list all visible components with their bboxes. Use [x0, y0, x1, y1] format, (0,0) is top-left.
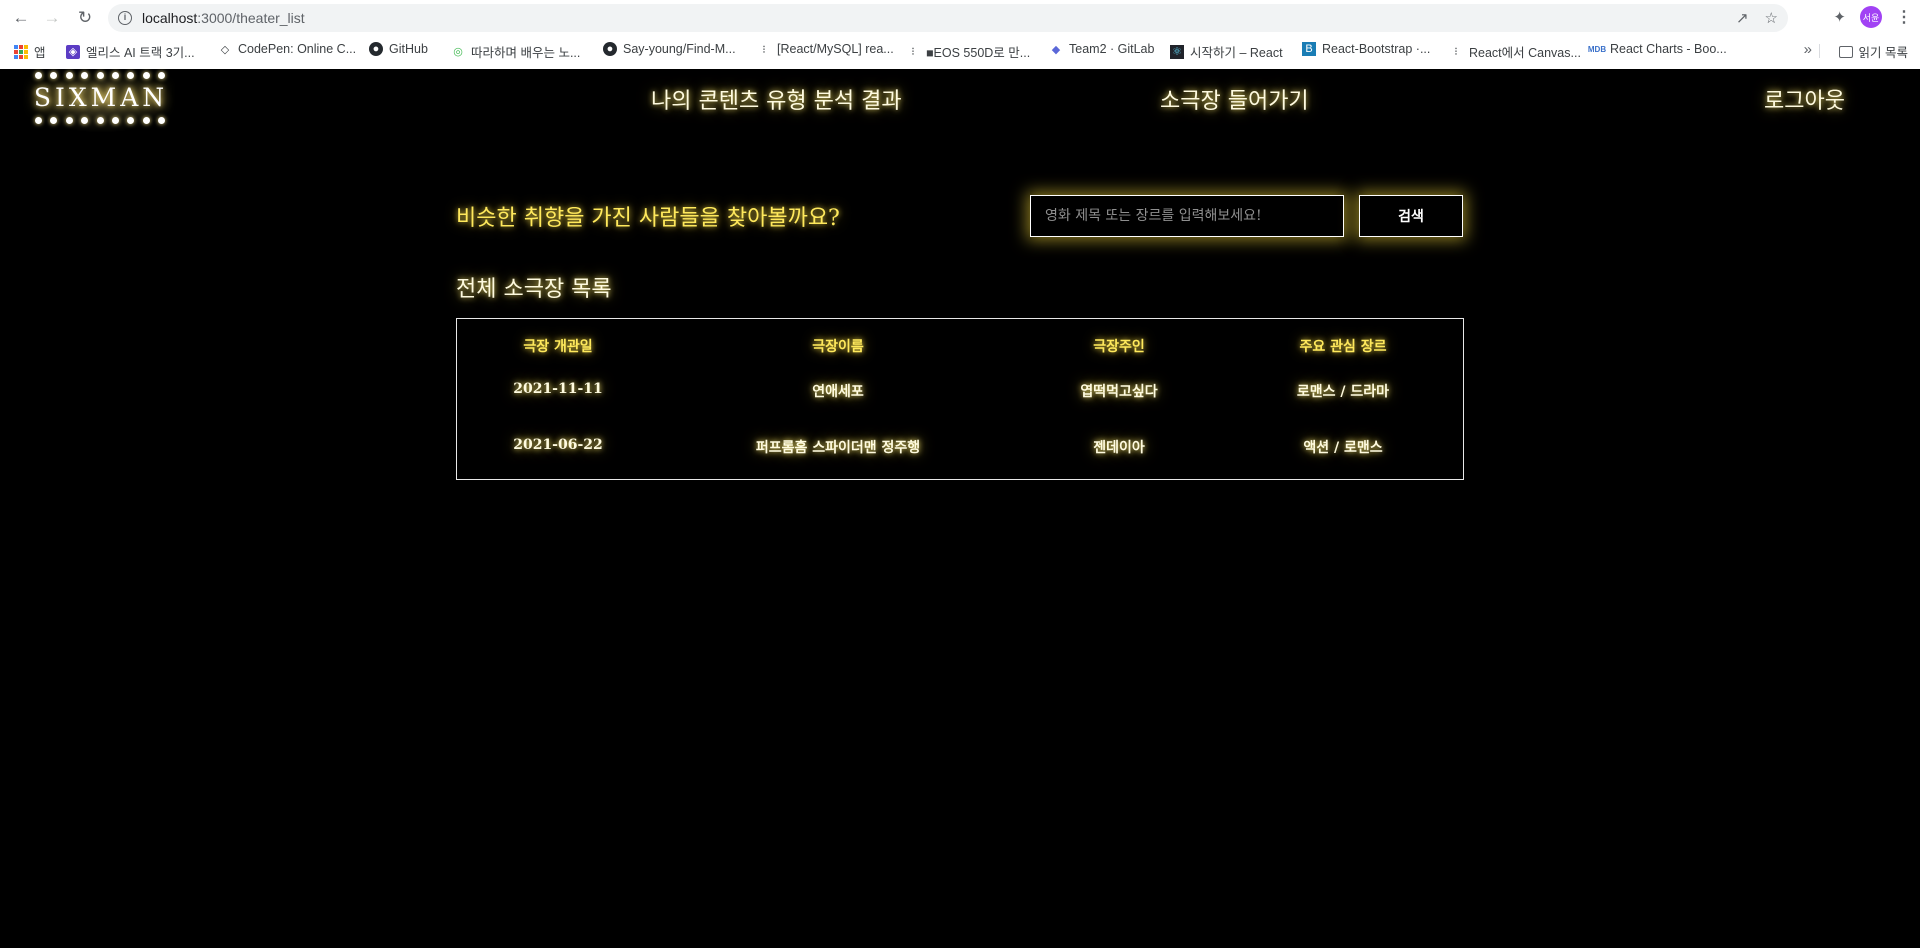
bookmark-item[interactable]: ◎ 따라하며 배우는 노...: [451, 42, 580, 61]
marquee-lights-top: [35, 72, 165, 79]
page-content: SIXMAN 나의 콘텐츠 유형 분석 결과 소극장 들어가기 로그아웃 비슷한…: [0, 69, 1920, 948]
react-icon: ⚛: [1170, 44, 1184, 59]
bookmark-item[interactable]: ● GitHub: [369, 42, 428, 56]
theater-table: 극장 개관일 극장이름 극장주인 주요 관심 장르 2021-11-11 연애세…: [456, 318, 1464, 480]
bookmark-label: React Charts - Boo...: [1610, 42, 1727, 56]
bookmark-item[interactable]: ⁝ ■EOS 550D로 만...: [906, 42, 1030, 61]
elice-icon: ◈: [66, 44, 80, 59]
bookmark-item[interactable]: MDB React Charts - Boo...: [1587, 42, 1727, 56]
mdb-icon: MDB: [1587, 44, 1607, 54]
bookmark-item[interactable]: ◈ 엘리스 AI 트랙 3기...: [66, 42, 195, 61]
site-info-icon[interactable]: i: [118, 11, 132, 25]
cell-open-date: 2021-11-11: [513, 381, 603, 397]
bookmark-label: ■EOS 550D로 만...: [926, 46, 1031, 60]
search-input[interactable]: [1030, 195, 1344, 237]
bookmark-item[interactable]: ⁝ React에서 Canvas...: [1449, 42, 1581, 61]
cell-genre: 로맨스 / 드라마: [1296, 384, 1390, 400]
reading-list-icon: [1838, 45, 1853, 58]
share-icon[interactable]: ↗: [1736, 9, 1749, 27]
bookmark-star-icon[interactable]: ☆: [1765, 9, 1778, 27]
nav-logout[interactable]: 로그아웃: [1764, 83, 1845, 115]
theater-list-title: 전체 소극장 목록: [456, 277, 612, 302]
apps-grid-icon: [14, 44, 28, 59]
table-row[interactable]: 2021-11-11 연애세포 엽떡먹고싶다 로맨스 / 드라마: [457, 381, 1465, 405]
reload-icon[interactable]: ↻: [73, 6, 97, 30]
bookmark-label: 엘리스 AI 트랙 3기...: [86, 46, 195, 60]
velog-icon: ⁝: [911, 46, 915, 58]
bookmark-label: 앱: [34, 46, 46, 60]
cell-genre: 액션 / 로맨스: [1303, 440, 1383, 456]
browser-chrome: ← → ↻ i localhost:3000/theater_list ↗ ☆ …: [0, 0, 1920, 69]
search-button[interactable]: 검색: [1359, 195, 1463, 237]
bookmark-label: [React/MySQL] rea...: [777, 42, 894, 56]
bookmarks-divider: [1819, 44, 1820, 58]
bookmark-item[interactable]: ◇ CodePen: Online C...: [218, 42, 356, 56]
bookmark-label: 시작하기 – React: [1190, 46, 1283, 60]
sixman-logo[interactable]: SIXMAN: [26, 69, 176, 133]
back-arrow-icon[interactable]: ←: [9, 6, 33, 30]
github-icon: ●: [603, 42, 617, 56]
cell-theater-name[interactable]: 연애세포: [812, 381, 864, 401]
codepen-icon: ◇: [220, 43, 230, 56]
table-row[interactable]: 2021-06-22 퍼프롬홈 스파이더맨 정주행 젠데이아 액션 / 로맨스: [457, 437, 1465, 461]
cell-open-date: 2021-06-22: [513, 437, 603, 453]
reading-list-label: 읽기 목록: [1858, 46, 1908, 60]
toolbar-right: ✦ 서윤 ⋮: [1833, 6, 1912, 28]
bootstrap-icon: B: [1302, 42, 1316, 56]
reading-list-button[interactable]: 읽기 목록: [1838, 42, 1908, 61]
column-header: 주요 관심 장르: [1299, 339, 1387, 355]
bookmark-item[interactable]: ⁝ [React/MySQL] rea...: [757, 42, 894, 56]
bookmark-label: React에서 Canvas...: [1469, 46, 1581, 60]
bookmark-label: CodePen: Online C...: [238, 42, 357, 56]
course-icon: ◎: [453, 46, 463, 58]
bookmark-label: GitHub: [389, 42, 428, 56]
table-header-row: 극장 개관일 극장이름 극장주인 주요 관심 장르: [457, 336, 1465, 360]
column-header: 극장 개관일: [523, 339, 593, 355]
cell-theater-owner: 엽떡먹고싶다: [1080, 384, 1158, 400]
profile-avatar[interactable]: 서윤: [1860, 6, 1882, 28]
nav-enter-theater[interactable]: 소극장 들어가기: [1160, 83, 1309, 115]
browser-menu-icon[interactable]: ⋮: [1896, 7, 1912, 27]
bookmark-label: Say-young/Find-M...: [623, 42, 736, 56]
browser-toolbar: ← → ↻ i localhost:3000/theater_list ↗ ☆ …: [0, 0, 1920, 36]
search-question: 비슷한 취향을 가진 사람들을 찾아볼까요?: [456, 206, 840, 231]
cell-theater-name[interactable]: 퍼프롬홈 스파이더맨 정주행: [756, 437, 920, 457]
bookmark-label: Team2 · GitLab: [1069, 42, 1155, 56]
marquee-lights-bottom: [35, 117, 165, 124]
more-bookmarks-icon[interactable]: »: [1804, 41, 1812, 58]
velog-icon: ⁝: [1454, 46, 1458, 58]
bookmark-item[interactable]: 앱: [14, 42, 46, 61]
cell-theater-owner: 젠데이아: [1093, 440, 1145, 456]
bookmark-item[interactable]: ⚛ 시작하기 – React: [1170, 42, 1283, 61]
omnibox-actions: ↗ ☆: [1736, 9, 1778, 27]
address-bar[interactable]: i localhost:3000/theater_list ↗ ☆: [108, 4, 1788, 32]
github-icon: ●: [369, 42, 383, 56]
bookmark-item[interactable]: ● Say-young/Find-M...: [603, 42, 736, 56]
velog-icon: ⁝: [762, 43, 766, 56]
bookmark-label: React-Bootstrap ·...: [1322, 42, 1431, 56]
bookmark-item[interactable]: ◆ Team2 · GitLab: [1049, 42, 1155, 56]
url-text[interactable]: localhost:3000/theater_list: [142, 10, 305, 26]
column-header: 극장주인: [1093, 339, 1145, 355]
column-header: 극장이름: [812, 339, 864, 355]
extensions-puzzle-icon[interactable]: ✦: [1833, 8, 1846, 26]
url-path: :3000/theater_list: [197, 10, 305, 26]
bookmark-label: 따라하며 배우는 노...: [471, 46, 581, 60]
nav-analysis-result[interactable]: 나의 콘텐츠 유형 분석 결과: [651, 83, 902, 115]
gitlab-icon: ◆: [1051, 43, 1061, 56]
forward-arrow-icon[interactable]: →: [40, 6, 64, 30]
logo-text: SIXMAN: [33, 83, 169, 112]
bookmark-item[interactable]: B React-Bootstrap ·...: [1302, 42, 1430, 56]
bookmarks-bar: 앱 ◈ 엘리스 AI 트랙 3기... ◇ CodePen: Online C.…: [0, 38, 1920, 62]
url-host: localhost: [142, 10, 198, 26]
